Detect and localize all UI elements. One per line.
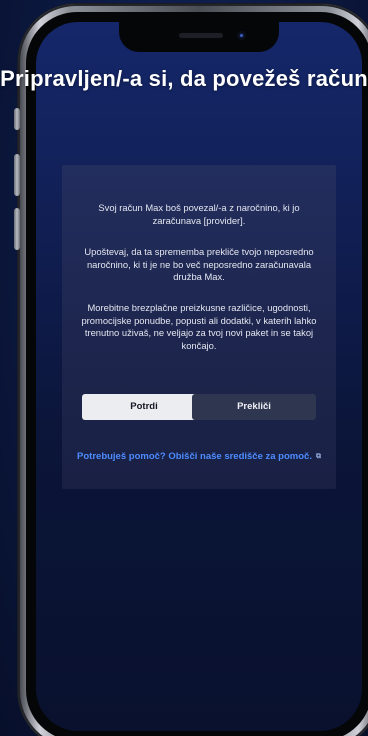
- phone-screen: Svoj račun Max boš povezal/-a z naročnin…: [36, 22, 362, 731]
- page-title: Pripravljen/-a si, da povežeš račun: [0, 66, 368, 91]
- help-center-link-row[interactable]: Potrebuješ pomoč? Obišči naše središče z…: [62, 451, 336, 462]
- dialog-paragraph-2: Upoštevaj, da ta sprememba prekliče tvoj…: [84, 246, 314, 282]
- help-center-link[interactable]: Potrebuješ pomoč? Obišči naše središče z…: [77, 451, 312, 462]
- dialog-paragraph-3: Morebitne brezplačne preizkusne različic…: [81, 302, 317, 351]
- notch: [119, 22, 279, 52]
- cancel-button[interactable]: Prekliči: [192, 394, 316, 420]
- mute-switch: [14, 108, 20, 130]
- confirm-button[interactable]: Potrdi: [82, 394, 206, 420]
- phone-bezel: Svoj račun Max boš povezal/-a z naročnin…: [26, 12, 368, 736]
- external-link-icon: ⧉: [315, 453, 321, 460]
- phone-frame: Svoj račun Max boš povezal/-a z naročnin…: [14, 4, 368, 736]
- dialog-paragraph-1: Svoj račun Max boš povezal/-a z naročnin…: [98, 202, 300, 226]
- front-camera-icon: [237, 31, 246, 40]
- volume-up-button: [14, 154, 20, 196]
- volume-down-button: [14, 208, 20, 250]
- dialog-card: Svoj račun Max boš povezal/-a z naročnin…: [62, 165, 336, 489]
- speaker-grille: [179, 33, 223, 38]
